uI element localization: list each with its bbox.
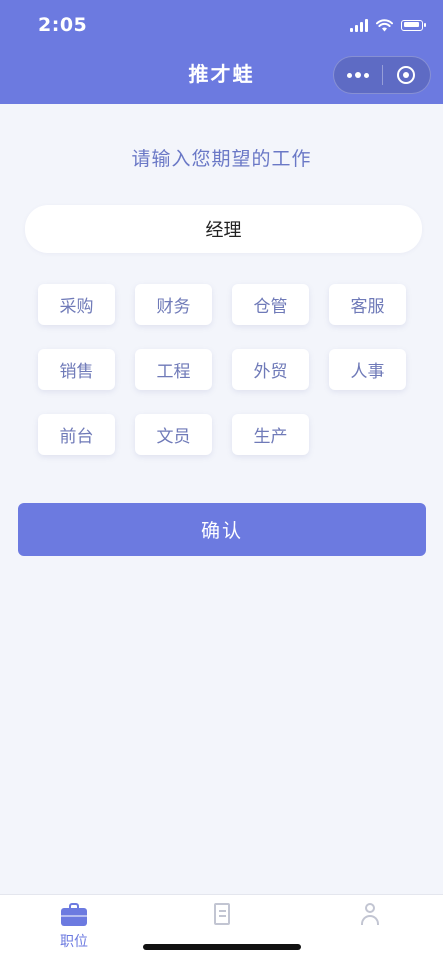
app-header: 2:05 推才蛙 (0, 0, 443, 104)
document-icon (209, 903, 235, 927)
tab-resume[interactable] (172, 903, 272, 931)
home-indicator (143, 944, 301, 950)
wifi-icon (376, 18, 393, 31)
tab-jobs[interactable]: 职位 (24, 903, 124, 951)
job-tag[interactable]: 文员 (135, 414, 212, 455)
job-tag[interactable]: 工程 (135, 349, 212, 390)
job-tag[interactable]: 外贸 (232, 349, 309, 390)
mini-program-capsule (333, 56, 431, 94)
job-tag[interactable]: 财务 (135, 284, 212, 325)
bottom-tab-bar: 职位 (0, 894, 443, 960)
more-options-icon[interactable] (334, 57, 382, 93)
job-tag[interactable]: 客服 (329, 284, 406, 325)
job-tag[interactable]: 前台 (38, 414, 115, 455)
target-circle-icon (397, 66, 416, 84)
job-tag[interactable]: 人事 (329, 349, 406, 390)
confirm-button[interactable]: 确认 (18, 503, 426, 556)
tab-profile[interactable] (320, 903, 420, 931)
signal-icon (350, 18, 368, 32)
tab-jobs-label: 职位 (60, 934, 88, 950)
job-tag[interactable]: 销售 (38, 349, 115, 390)
app-screen: 2:05 推才蛙 请输入您期望的工作 经理 采购 财务 仓管 客服 销售 工程 … (0, 0, 443, 960)
user-icon (357, 903, 383, 927)
battery-icon (401, 19, 426, 31)
job-tag[interactable]: 仓管 (232, 284, 309, 325)
close-mini-program-button[interactable] (383, 57, 430, 93)
job-tag[interactable]: 采购 (38, 284, 115, 325)
status-time: 2:05 (38, 14, 88, 36)
job-prompt-heading: 请输入您期望的工作 (131, 148, 312, 170)
status-icons (350, 18, 426, 32)
job-search-input[interactable] (25, 205, 422, 253)
briefcase-icon (61, 903, 87, 927)
job-tag[interactable]: 生产 (232, 414, 309, 455)
